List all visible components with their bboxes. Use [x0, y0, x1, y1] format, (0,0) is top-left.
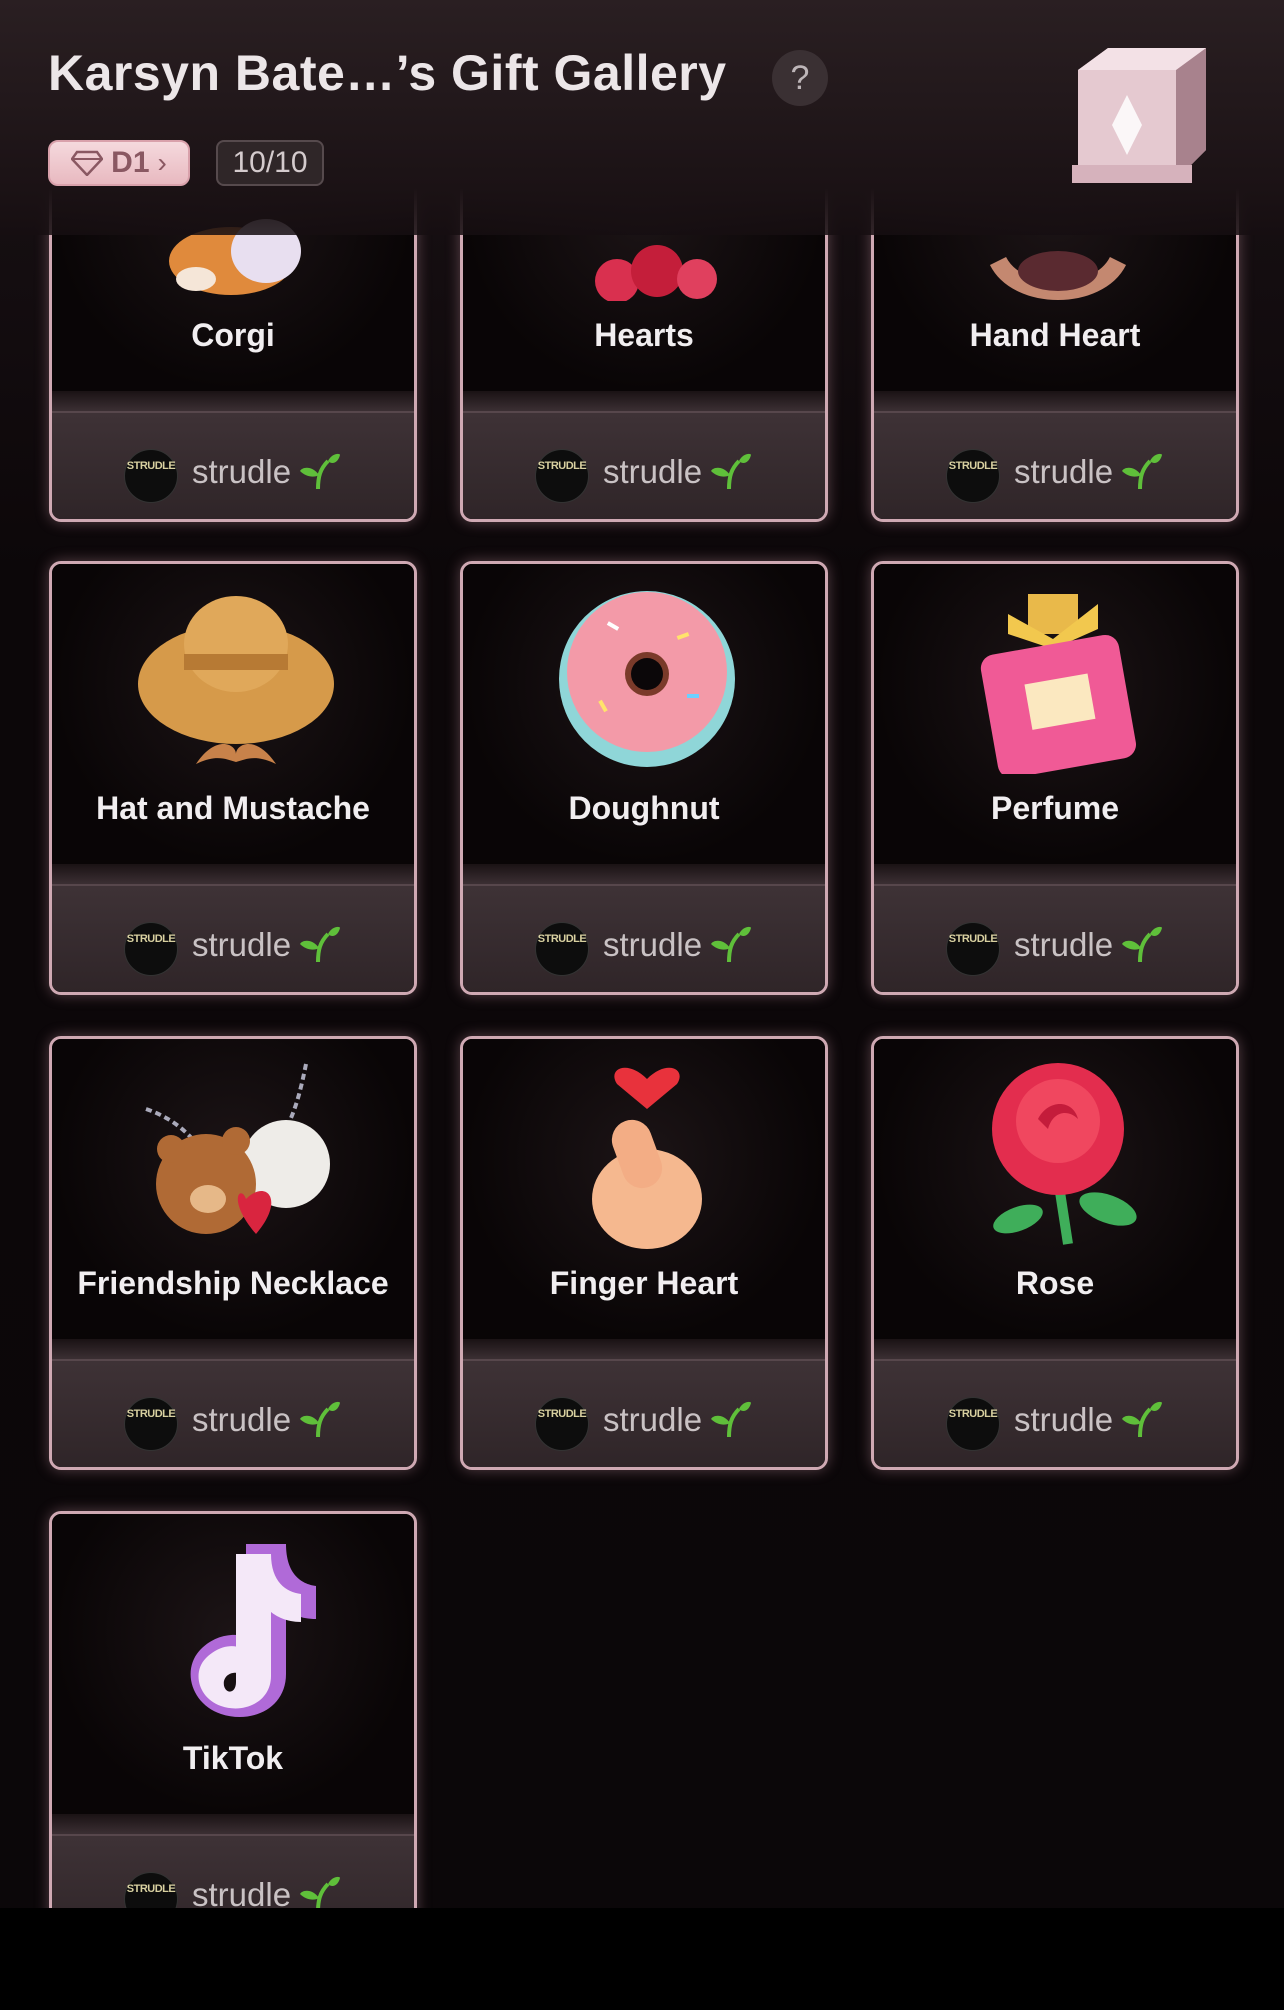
gift-name: Perfume: [990, 790, 1120, 826]
crystal-cube-icon[interactable]: [1068, 40, 1216, 188]
gift-card-doughnut[interactable]: Doughnut STRUDLE strudle: [460, 561, 828, 995]
diamond-icon: [71, 150, 104, 176]
gift-sender: STRUDLE strudle: [463, 884, 825, 992]
gift-name: Hearts: [594, 317, 694, 353]
gift-name: Corgi: [191, 317, 275, 353]
gift-sender: STRUDLE strudle: [52, 411, 414, 519]
gift-name: Hat and Mustache: [96, 790, 370, 826]
sprout-icon: [711, 453, 751, 490]
help-button[interactable]: ?: [772, 50, 828, 106]
avatar: STRUDLE: [946, 449, 1000, 503]
gift-sender: STRUDLE strudle: [463, 411, 825, 519]
avatar: STRUDLE: [535, 449, 589, 503]
sprout-icon: [1122, 926, 1162, 963]
avatar: STRUDLE: [535, 1397, 589, 1451]
sprout-icon: [1122, 1401, 1162, 1438]
avatar: STRUDLE: [946, 922, 1000, 976]
sprout-icon: [300, 453, 340, 490]
sprout-icon: [711, 926, 751, 963]
sender-name: strudle: [603, 453, 703, 490]
page-title: Karsyn Bate…’s Gift Gallery: [48, 45, 727, 101]
sender-name: strudle: [1014, 453, 1114, 490]
gift-count-badge: 10/10: [216, 140, 324, 186]
level-label: D1: [111, 146, 150, 179]
bears-necklace-icon: [145, 1063, 330, 1234]
avatar: STRUDLE: [946, 1397, 1000, 1451]
gift-sender: STRUDLE strudle: [874, 1359, 1236, 1467]
gift-name: TikTok: [182, 1740, 284, 1776]
sender-name: strudle: [1014, 1401, 1114, 1438]
sender-name: strudle: [1014, 926, 1114, 963]
gift-card-finger-heart[interactable]: Finger Heart STRUDLE strudle: [460, 1036, 828, 1470]
sender-name: strudle: [192, 1401, 292, 1438]
sprout-icon: [711, 1401, 751, 1438]
gift-grid: Corgi STRUDLE strudle Hearts STRUDLE str…: [0, 0, 1284, 1908]
sender-name: strudle: [192, 1876, 292, 1908]
hat-mustache-icon: [138, 596, 334, 764]
gallery-header: Karsyn Bate…’s Gift Gallery ? D1 › 10/10: [0, 0, 1284, 235]
gift-name: Rose: [1015, 1265, 1095, 1301]
chevron-right-icon: ›: [157, 147, 167, 178]
sender-name: strudle: [192, 453, 292, 490]
gift-sender: STRUDLE strudle: [874, 411, 1236, 519]
gift-name: Finger Heart: [549, 1265, 739, 1301]
sender-name: strudle: [603, 926, 703, 963]
gift-sender: STRUDLE strudle: [52, 1359, 414, 1467]
gift-card-rose[interactable]: Rose STRUDLE strudle: [871, 1036, 1239, 1470]
avatar: STRUDLE: [124, 449, 178, 503]
gift-card-friendship-necklace[interactable]: Friendship Necklace STRUDLE strudle: [49, 1036, 417, 1470]
level-badge[interactable]: D1 ›: [48, 140, 190, 186]
gift-sender: STRUDLE strudle: [52, 884, 414, 992]
avatar: STRUDLE: [124, 1397, 178, 1451]
gift-sender: STRUDLE strudle: [463, 1359, 825, 1467]
tiktok-icon: [190, 1544, 316, 1718]
gift-sender: STRUDLE strudle: [52, 1834, 414, 1908]
sprout-icon: [300, 1876, 340, 1908]
sender-name: strudle: [603, 1401, 703, 1438]
gift-card-hat-and-mustache[interactable]: Hat and Mustache STRUDLE strudle: [49, 561, 417, 995]
gift-sender: STRUDLE strudle: [874, 884, 1236, 992]
avatar: STRUDLE: [124, 1872, 178, 1908]
avatar: STRUDLE: [535, 922, 589, 976]
gift-name: Hand Heart: [969, 317, 1141, 353]
sprout-icon: [300, 1401, 340, 1438]
avatar: STRUDLE: [124, 922, 178, 976]
perfume-icon: [980, 594, 1137, 774]
bottom-bar: [0, 1908, 1284, 2010]
gift-name: Doughnut: [568, 790, 720, 826]
gift-card-tiktok[interactable]: TikTok STRUDLE strudle: [49, 1511, 417, 1908]
rose-icon: [992, 1063, 1137, 1245]
sender-name: strudle: [192, 926, 292, 963]
sprout-icon: [300, 926, 340, 963]
sprout-icon: [1122, 453, 1162, 490]
doughnut-icon: [559, 591, 735, 767]
gift-card-perfume[interactable]: Perfume STRUDLE strudle: [871, 561, 1239, 995]
finger-heart-icon: [592, 1067, 702, 1249]
gift-name: Friendship Necklace: [77, 1265, 389, 1301]
